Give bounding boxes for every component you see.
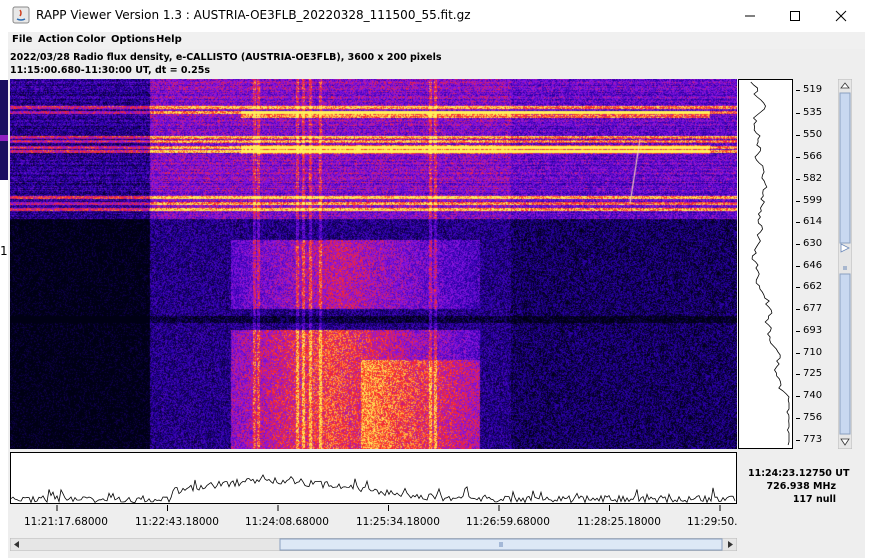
minimize-icon (745, 15, 755, 17)
time-range-info: 11:15:00.680-11:30:00 UT, dt = 0.25s (10, 65, 210, 76)
freq-tick: 756 (795, 412, 823, 423)
scroll-thumb-lower[interactable] (839, 273, 851, 435)
maximize-icon (790, 11, 800, 21)
freq-tick: 677 (795, 303, 823, 314)
minimize-button[interactable] (727, 0, 773, 32)
spectrogram[interactable] (10, 79, 737, 449)
frequency-profile (738, 79, 793, 449)
frequency-profile-line (750, 81, 790, 446)
time-tick: 11:22:43.18000 (135, 516, 219, 528)
cursor-frequency-readout: 726.938 MHz (766, 481, 836, 492)
freq-tick: 566 (795, 151, 823, 162)
menu-file[interactable]: File (12, 34, 32, 45)
horizontal-scroll-thumb[interactable] (279, 538, 723, 551)
background-window-text: 1 (0, 244, 8, 258)
vertical-scrollbar[interactable] (838, 79, 852, 449)
freq-tick: 662 (795, 281, 823, 292)
freq-tick: 519 (795, 84, 823, 95)
freq-tick: 614 (795, 216, 823, 227)
freq-tick: 710 (795, 347, 823, 358)
freq-tick: 725 (795, 368, 823, 379)
java-app-icon (12, 6, 30, 24)
observation-info: 2022/03/28 Radio flux density, e-CALLIST… (10, 52, 442, 63)
menu-action[interactable]: Action (38, 34, 74, 45)
freq-tick: 535 (795, 107, 823, 118)
light-curve-line (11, 474, 736, 503)
freq-tick: 740 (795, 390, 823, 401)
window-title: RAPP Viewer Version 1.3 : AUSTRIA-OE3FLB… (36, 8, 471, 22)
cursor-value-readout: 117 null (792, 494, 836, 505)
freq-tick: 646 (795, 260, 823, 271)
time-tick: 11:21:17.68000 (24, 516, 108, 528)
freq-tick: 582 (795, 173, 823, 184)
cursor-time-readout: 11:24:23.12750 UT (748, 468, 850, 479)
freq-tick: 630 (795, 238, 823, 249)
close-icon (835, 10, 847, 22)
freq-tick: 599 (795, 195, 823, 206)
time-tick: 11:24:08.68000 (245, 516, 329, 528)
menu-help[interactable]: Help (156, 34, 182, 45)
background-window-edge (0, 80, 8, 180)
maximize-button[interactable] (772, 0, 818, 32)
menu-options[interactable]: Options (111, 34, 155, 45)
close-button[interactable] (818, 0, 864, 32)
freq-tick: 550 (795, 129, 823, 140)
time-axis-ticks (56, 505, 721, 511)
scroll-thumb-upper[interactable] (839, 92, 851, 244)
horizontal-scrollbar[interactable] (10, 538, 737, 551)
time-tick: 11:28:25.18000 (577, 516, 661, 528)
time-tick: 11:26:59.68000 (466, 516, 550, 528)
freq-tick: 773 (795, 434, 823, 445)
time-tick: 11:29:50.6 (687, 516, 737, 528)
freq-tick: 693 (795, 325, 823, 336)
time-tick: 11:25:34.18000 (356, 516, 440, 528)
light-curve (10, 452, 737, 504)
menu-color[interactable]: Color (76, 34, 105, 45)
